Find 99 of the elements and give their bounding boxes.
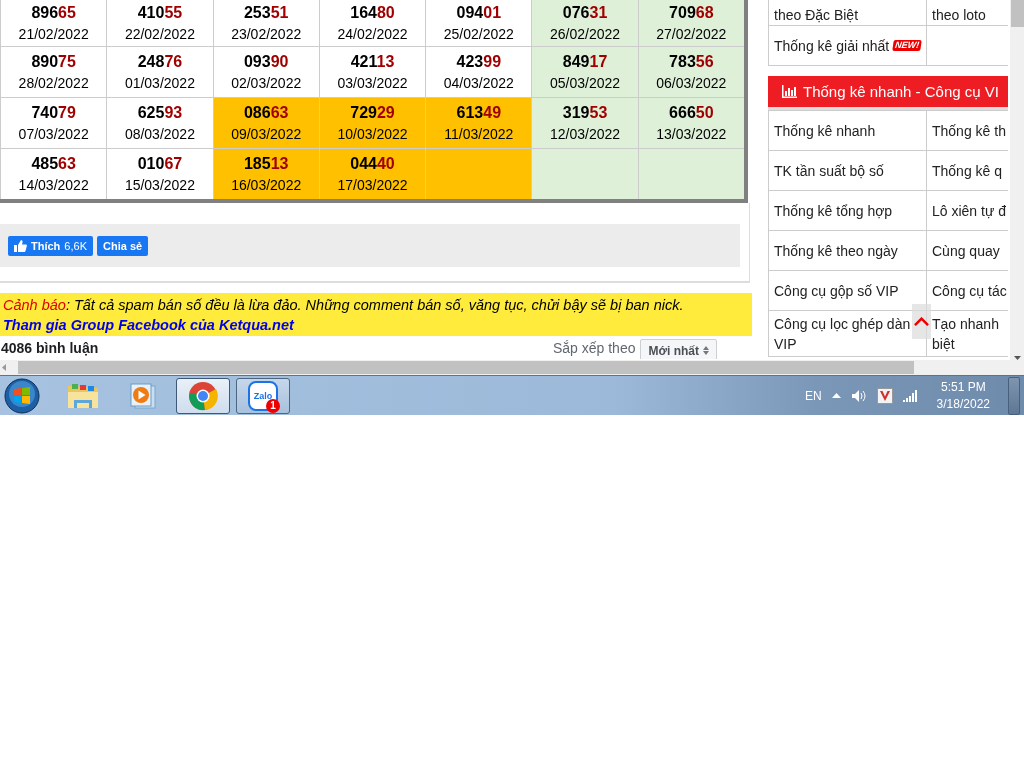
result-number: 31953: [562, 103, 608, 123]
vertical-scrollbar[interactable]: [1010, 0, 1024, 360]
result-date: 23/02/2022: [231, 25, 302, 43]
result-date: 05/03/2022: [550, 74, 621, 92]
share-button[interactable]: Chia sẻ: [97, 235, 149, 256]
stats-link[interactable]: theo Đặc Biệt: [774, 5, 859, 25]
result-date: 28/02/2022: [18, 74, 89, 92]
tool-link[interactable]: Thống kê th: [932, 120, 1006, 141]
result-number: 48563: [31, 154, 76, 174]
show-desktop-button[interactable]: [1008, 376, 1020, 415]
taskbar-app-button[interactable]: Zalo 1: [236, 377, 290, 414]
start-orb-icon: [4, 377, 40, 414]
result-date: 24/02/2022: [337, 25, 408, 43]
tool-link[interactable]: Thống kê tổng hợp: [774, 200, 893, 221]
tool-link[interactable]: Thống kê theo ngày: [774, 240, 898, 261]
result-number: 42113: [350, 52, 395, 72]
result-number: 08663: [243, 103, 289, 123]
scroll-to-top-button[interactable]: [912, 304, 931, 339]
result-date: 14/03/2022: [18, 176, 89, 194]
result-date: 08/03/2022: [124, 125, 195, 143]
result-number: 04440: [350, 154, 395, 174]
result-number: 72929: [350, 103, 395, 123]
chevron-up-icon: [914, 317, 929, 326]
show-hidden-icons-icon[interactable]: [831, 393, 841, 398]
speaker-icon[interactable]: [850, 388, 867, 403]
new-badge: NEW!: [892, 40, 922, 51]
stats-link[interactable]: Thống kê giải nhất: [774, 35, 890, 56]
result-date: 06/03/2022: [656, 74, 727, 92]
result-date: 01/03/2022: [124, 74, 195, 92]
tool-link[interactable]: Công cụ lọc ghép dàn VIP: [774, 313, 912, 354]
like-button[interactable]: Thích 6,6K: [8, 235, 93, 256]
start-button[interactable]: [2, 375, 42, 416]
result-date: 16/03/2022: [231, 176, 302, 194]
stats-link[interactable]: theo loto: [932, 5, 986, 25]
facebook-group-link[interactable]: Tham gia Group Facebook của Ketqua.net: [3, 315, 294, 335]
play-icon: [129, 381, 157, 410]
result-number: 70968: [669, 3, 714, 23]
result-date: 17/03/2022: [337, 176, 408, 194]
scroll-down-arrow-icon[interactable]: [1013, 356, 1021, 360]
result-number: 84917: [562, 52, 608, 72]
result-number: 61349: [456, 103, 502, 123]
scroll-left-arrow-icon[interactable]: [2, 364, 6, 371]
result-number: 07631: [562, 3, 608, 23]
notification-badge: 1: [266, 398, 280, 413]
browser-icon: [188, 380, 218, 411]
result-number: 74079: [31, 103, 76, 123]
section-title: Thống kê nhanh - Công cụ VI: [803, 83, 999, 100]
result-date: 15/03/2022: [124, 176, 195, 194]
comment-count: 4086 bình luận: [1, 339, 99, 356]
warning-text: Cảnh báo: Tất cả spam bán số đều là lừa đảo. Những comment bán số, văng tục, chửi bậy sẽ bị ban nick.: [3, 296, 685, 315]
result-number: 89665: [31, 3, 76, 23]
thumbs-up-icon: [14, 239, 27, 252]
taskbar-app-button[interactable]: [176, 377, 230, 414]
tool-link[interactable]: TK tần suất bộ số: [774, 160, 884, 181]
result-number: 16480: [350, 3, 395, 23]
bar-chart-icon: [782, 85, 797, 98]
scrollbar-thumb[interactable]: [1010, 0, 1024, 27]
result-number: 24876: [137, 52, 183, 72]
result-number: 42399: [456, 52, 502, 72]
result-date: 11/03/2022: [444, 125, 514, 143]
result-number: 78356: [669, 52, 714, 72]
folder-icon: [67, 381, 99, 410]
result-date: 13/03/2022: [656, 125, 727, 143]
tool-link[interactable]: Công cụ tác: [932, 280, 1007, 301]
tool-link[interactable]: Tạo nhanh biệt: [932, 313, 1000, 354]
result-date: 22/02/2022: [124, 25, 195, 43]
result-number: 01067: [137, 154, 183, 174]
result-number: 09401: [456, 3, 502, 23]
result-number: 89075: [31, 52, 76, 72]
result-date: 07/03/2022: [18, 125, 89, 143]
result-number: 25351: [243, 3, 289, 23]
result-date: 12/03/2022: [550, 125, 621, 143]
tool-link[interactable]: Thống kê nhanh: [774, 120, 876, 141]
tool-link[interactable]: Cùng quay: [932, 240, 1000, 261]
sort-dropdown[interactable]: Mới nhất: [640, 338, 717, 359]
result-number: 09390: [243, 52, 289, 72]
result-date: 02/03/2022: [231, 74, 302, 92]
horizontal-scrollbar[interactable]: [0, 360, 1024, 375]
sort-arrows-icon: [703, 346, 709, 355]
result-number: 41055: [137, 3, 183, 23]
result-date: 09/03/2022: [231, 125, 302, 143]
signal-icon[interactable]: [902, 389, 919, 402]
antivirus-icon[interactable]: [876, 387, 893, 404]
tool-link[interactable]: Thống kê q: [932, 160, 1003, 181]
result-date: 21/02/2022: [18, 25, 89, 43]
result-date: 03/03/2022: [337, 74, 408, 92]
tool-link[interactable]: Công cụ gộp số VIP: [774, 280, 899, 301]
result-date: 27/02/2022: [656, 25, 727, 43]
result-date: 26/02/2022: [550, 25, 621, 43]
scrollbar-thumb[interactable]: [18, 361, 914, 374]
result-number: 18513: [243, 154, 289, 174]
result-number: 62593: [137, 103, 183, 123]
result-date: 10/03/2022: [337, 125, 408, 143]
result-date: 04/03/2022: [443, 74, 514, 92]
tool-link[interactable]: Lô xiên tự đ: [932, 200, 1006, 221]
result-number: 66650: [669, 103, 714, 123]
sort-label: Sắp xếp theo: [552, 339, 636, 356]
chat-app-icon: Zalo 1: [248, 380, 278, 411]
result-date: 25/02/2022: [443, 25, 514, 43]
